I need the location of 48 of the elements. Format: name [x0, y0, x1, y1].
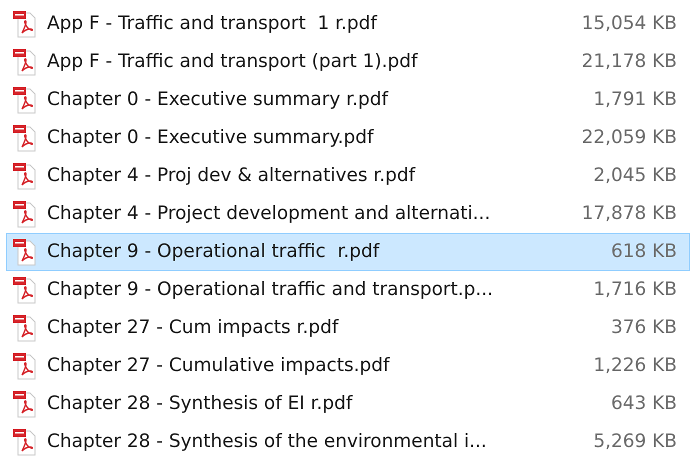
file-name: Chapter 0 - Executive summary r.pdf [47, 88, 388, 112]
pdf-file-icon [13, 314, 37, 342]
file-size: 15,054 KB [582, 12, 677, 36]
pdf-file-icon [13, 238, 37, 266]
file-row[interactable]: Chapter 0 - Executive summary r.pdf 1,791 KB [6, 81, 690, 119]
file-name: Chapter 27 - Cumulative impacts.pdf [47, 354, 390, 378]
file-row[interactable]: App F - Traffic and transport 1 r.pdf 15,054 KB [6, 5, 690, 43]
file-row[interactable]: Chapter 0 - Executive summary.pdf 22,059 KB [6, 119, 690, 157]
file-row[interactable]: Chapter 27 - Cum impacts r.pdf 376 KB [6, 309, 690, 347]
pdf-file-icon [13, 86, 37, 114]
pdf-file-icon [13, 352, 37, 380]
file-row[interactable]: Chapter 28 - Synthesis of the environmental i... 5,269 KB [6, 423, 690, 457]
file-row[interactable]: App F - Traffic and transport (part 1).pdf 21,178 KB [6, 43, 690, 81]
file-row[interactable]: Chapter 4 - Proj dev & alternatives r.pdf 2,045 KB [6, 157, 690, 195]
file-size: 643 KB [610, 392, 677, 416]
pdf-file-icon [13, 162, 37, 190]
file-name: Chapter 27 - Cum impacts r.pdf [47, 316, 338, 340]
file-size: 21,178 KB [582, 50, 677, 74]
file-size: 1,226 KB [593, 354, 677, 378]
file-row[interactable]: Chapter 28 - Synthesis of EI r.pdf 643 KB [6, 385, 690, 423]
file-name: Chapter 9 - Operational traffic r.pdf [47, 240, 380, 264]
file-row[interactable]: Chapter 27 - Cumulative impacts.pdf 1,226 KB [6, 347, 690, 385]
pdf-file-icon [13, 10, 37, 38]
file-row[interactable]: Chapter 4 - Project development and alternati... 17,878 KB [6, 195, 690, 233]
file-size: 1,716 KB [593, 278, 677, 302]
file-size: 17,878 KB [582, 202, 677, 226]
file-size: 618 KB [610, 240, 677, 264]
file-name: Chapter 9 - Operational traffic and transport.p... [47, 278, 494, 302]
file-size: 376 KB [610, 316, 677, 340]
file-name: App F - Traffic and transport (part 1).pdf [47, 50, 418, 74]
file-name: Chapter 4 - Project development and alternati... [47, 202, 490, 226]
pdf-file-icon [13, 48, 37, 76]
file-size: 22,059 KB [582, 126, 677, 150]
pdf-file-icon [13, 200, 37, 228]
pdf-file-icon [13, 428, 37, 456]
file-name: Chapter 0 - Executive summary.pdf [47, 126, 374, 150]
file-name: App F - Traffic and transport 1 r.pdf [47, 12, 377, 36]
file-name: Chapter 28 - Synthesis of the environmental i... [47, 430, 487, 454]
file-row[interactable]: Chapter 9 - Operational traffic and transport.p... 1,716 KB [6, 271, 690, 309]
pdf-file-icon [13, 390, 37, 418]
file-size: 2,045 KB [593, 164, 677, 188]
file-name: Chapter 4 - Proj dev & alternatives r.pdf [47, 164, 416, 188]
pdf-file-icon [13, 276, 37, 304]
file-name: Chapter 28 - Synthesis of EI r.pdf [47, 392, 352, 416]
file-row[interactable]: Chapter 9 - Operational traffic r.pdf 618 KB [6, 233, 690, 271]
pdf-file-icon [13, 124, 37, 152]
file-size: 1,791 KB [593, 88, 677, 112]
file-size: 5,269 KB [593, 430, 677, 454]
